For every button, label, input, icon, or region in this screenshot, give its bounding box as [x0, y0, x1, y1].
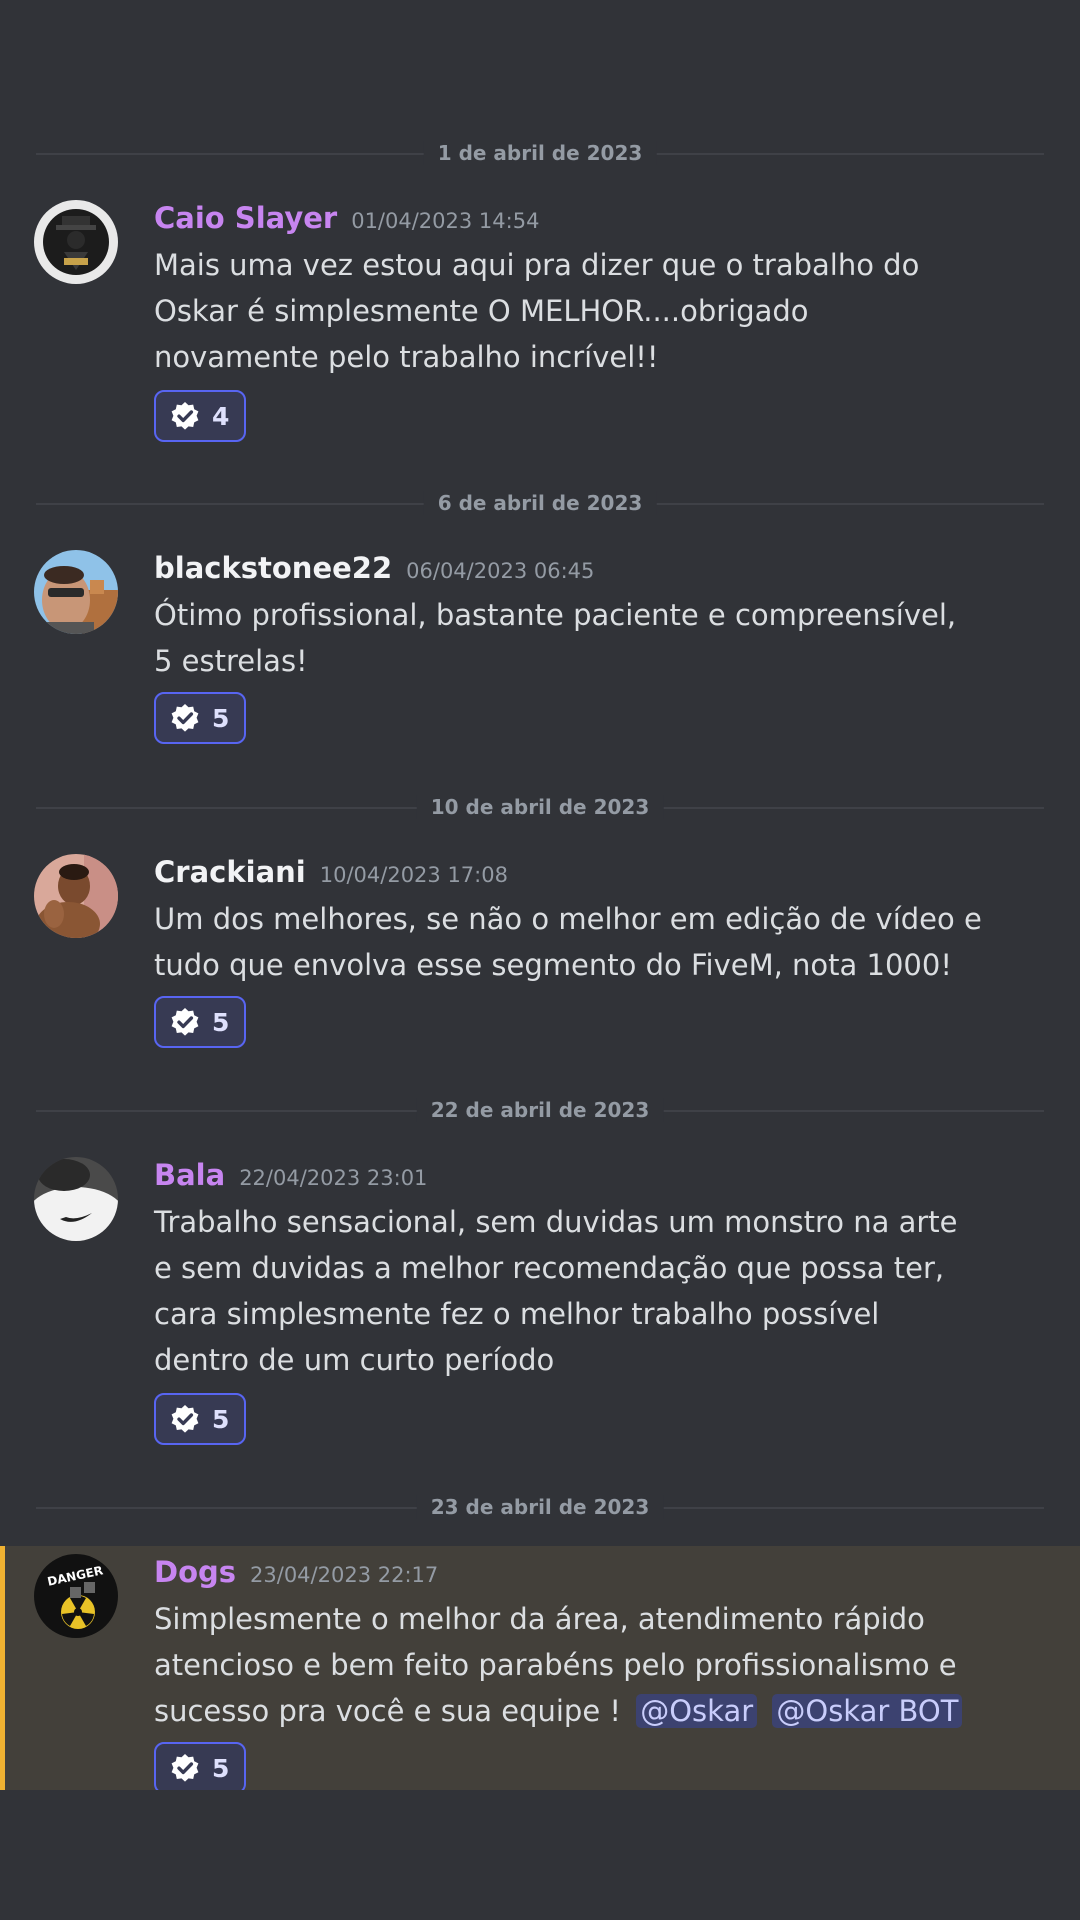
- reaction-button[interactable]: 5: [154, 1742, 246, 1790]
- message-line: Oskar é simplesmente O MELHOR....obrigad…: [154, 294, 809, 328]
- username[interactable]: Caio Slayer: [154, 201, 337, 235]
- timestamp: 10/04/2023 17:08: [319, 863, 508, 887]
- date-divider: 10 de abril de 2023: [36, 795, 1044, 819]
- message-line-text: sucesso pra você e sua equipe !: [154, 1694, 622, 1728]
- avatar[interactable]: [34, 854, 118, 938]
- message-line: cara simplesmente fez o melhor trabalho …: [154, 1297, 880, 1331]
- message-line: Simplesmente o melhor da área, atendimen…: [154, 1602, 925, 1636]
- message-line: 5 estrelas!: [154, 644, 308, 678]
- timestamp: 01/04/2023 14:54: [351, 209, 540, 233]
- message-content: Trabalho sensacional, sem duvidas um mon…: [154, 1199, 1014, 1383]
- message-content: Mais uma vez estou aqui pra dizer que o …: [154, 242, 1014, 380]
- message-item[interactable]: Crackiani 10/04/2023 17:08 Um dos melhore…: [0, 854, 1080, 1054]
- date-divider: 23 de abril de 2023: [36, 1495, 1044, 1519]
- message-item[interactable]: blackstonee22 06/04/2023 06:45 Ótimo prof…: [0, 550, 1080, 750]
- date-divider: 6 de abril de 2023: [36, 491, 1044, 515]
- reaction-count: 5: [212, 1753, 230, 1783]
- date-divider-label: 22 de abril de 2023: [416, 1098, 664, 1122]
- date-divider: 22 de abril de 2023: [36, 1098, 1044, 1122]
- timestamp: 22/04/2023 23:01: [239, 1166, 428, 1190]
- username[interactable]: Dogs: [154, 1555, 236, 1589]
- mention-oskar-bot[interactable]: @Oskar BOT: [772, 1694, 963, 1728]
- reaction-count: 5: [212, 1007, 230, 1037]
- reaction-count: 4: [212, 401, 230, 431]
- avatar[interactable]: [34, 550, 118, 634]
- reaction-count: 5: [212, 703, 230, 733]
- verified-check-icon: [171, 1754, 199, 1782]
- date-divider: 1 de abril de 2023: [36, 141, 1044, 165]
- reaction-count: 5: [212, 1404, 230, 1434]
- reaction-button[interactable]: 4: [154, 390, 246, 442]
- message-header: blackstonee22 06/04/2023 06:45: [154, 550, 594, 589]
- timestamp: 23/04/2023 22:17: [250, 1563, 439, 1587]
- message-line: e sem duvidas a melhor recomendação que …: [154, 1251, 945, 1285]
- verified-check-icon: [171, 1008, 199, 1036]
- message-header: Crackiani 10/04/2023 17:08: [154, 854, 508, 893]
- message-item-highlighted[interactable]: DANGER Dogs 23/04/2023 22:17 Simplesmente…: [0, 1546, 1080, 1790]
- message-header: Dogs 23/04/2023 22:17: [154, 1554, 438, 1593]
- message-line: Trabalho sensacional, sem duvidas um mon…: [154, 1205, 958, 1239]
- message-item[interactable]: Caio Slayer 01/04/2023 14:54 Mais uma vez…: [0, 200, 1080, 450]
- message-line: atencioso e bem feito parabéns pelo prof…: [154, 1648, 957, 1682]
- username[interactable]: Bala: [154, 1158, 225, 1192]
- username[interactable]: Crackiani: [154, 855, 306, 889]
- message-line: Mais uma vez estou aqui pra dizer que o …: [154, 248, 920, 282]
- avatar-image: [34, 1157, 118, 1241]
- date-divider-label: 1 de abril de 2023: [423, 141, 657, 165]
- message-item[interactable]: Bala 22/04/2023 23:01 Trabalho sensaciona…: [0, 1157, 1080, 1457]
- avatar[interactable]: DANGER: [34, 1554, 118, 1638]
- message-line: tudo que envolva esse segmento do FiveM,…: [154, 948, 952, 982]
- message-list: 1 de abril de 2023 Caio Slayer 01/04/2023…: [0, 0, 1080, 1790]
- avatar-image: [34, 550, 118, 634]
- avatar[interactable]: [34, 200, 118, 284]
- reaction-button[interactable]: 5: [154, 692, 246, 744]
- date-divider-label: 10 de abril de 2023: [416, 795, 664, 819]
- mention-oskar[interactable]: @Oskar: [636, 1694, 758, 1728]
- verified-check-icon: [171, 402, 199, 430]
- avatar-image: [34, 854, 118, 938]
- reaction-button[interactable]: 5: [154, 996, 246, 1048]
- message-content: Ótimo profissional, bastante paciente e …: [154, 592, 1014, 684]
- date-divider-label: 6 de abril de 2023: [423, 491, 657, 515]
- message-header: Caio Slayer 01/04/2023 14:54: [154, 200, 539, 239]
- message-line: sucesso pra você e sua equipe ! @Oskar @…: [154, 1688, 1014, 1734]
- avatar-image: [34, 200, 118, 284]
- verified-check-icon: [171, 704, 199, 732]
- verified-check-icon: [171, 1405, 199, 1433]
- message-header: Bala 22/04/2023 23:01: [154, 1157, 427, 1196]
- reaction-button[interactable]: 5: [154, 1393, 246, 1445]
- date-divider-label: 23 de abril de 2023: [416, 1495, 664, 1519]
- message-line: novamente pelo trabalho incrível!!: [154, 340, 659, 374]
- avatar-image: DANGER: [34, 1554, 118, 1638]
- message-content: Um dos melhores, se não o melhor em ediç…: [154, 896, 1014, 988]
- username[interactable]: blackstonee22: [154, 551, 392, 585]
- avatar[interactable]: [34, 1157, 118, 1241]
- message-line: Um dos melhores, se não o melhor em ediç…: [154, 902, 982, 936]
- timestamp: 06/04/2023 06:45: [406, 559, 595, 583]
- message-content: Simplesmente o melhor da área, atendimen…: [154, 1596, 1014, 1734]
- message-line: dentro de um curto período: [154, 1343, 555, 1377]
- message-line: Ótimo profissional, bastante paciente e …: [154, 598, 957, 632]
